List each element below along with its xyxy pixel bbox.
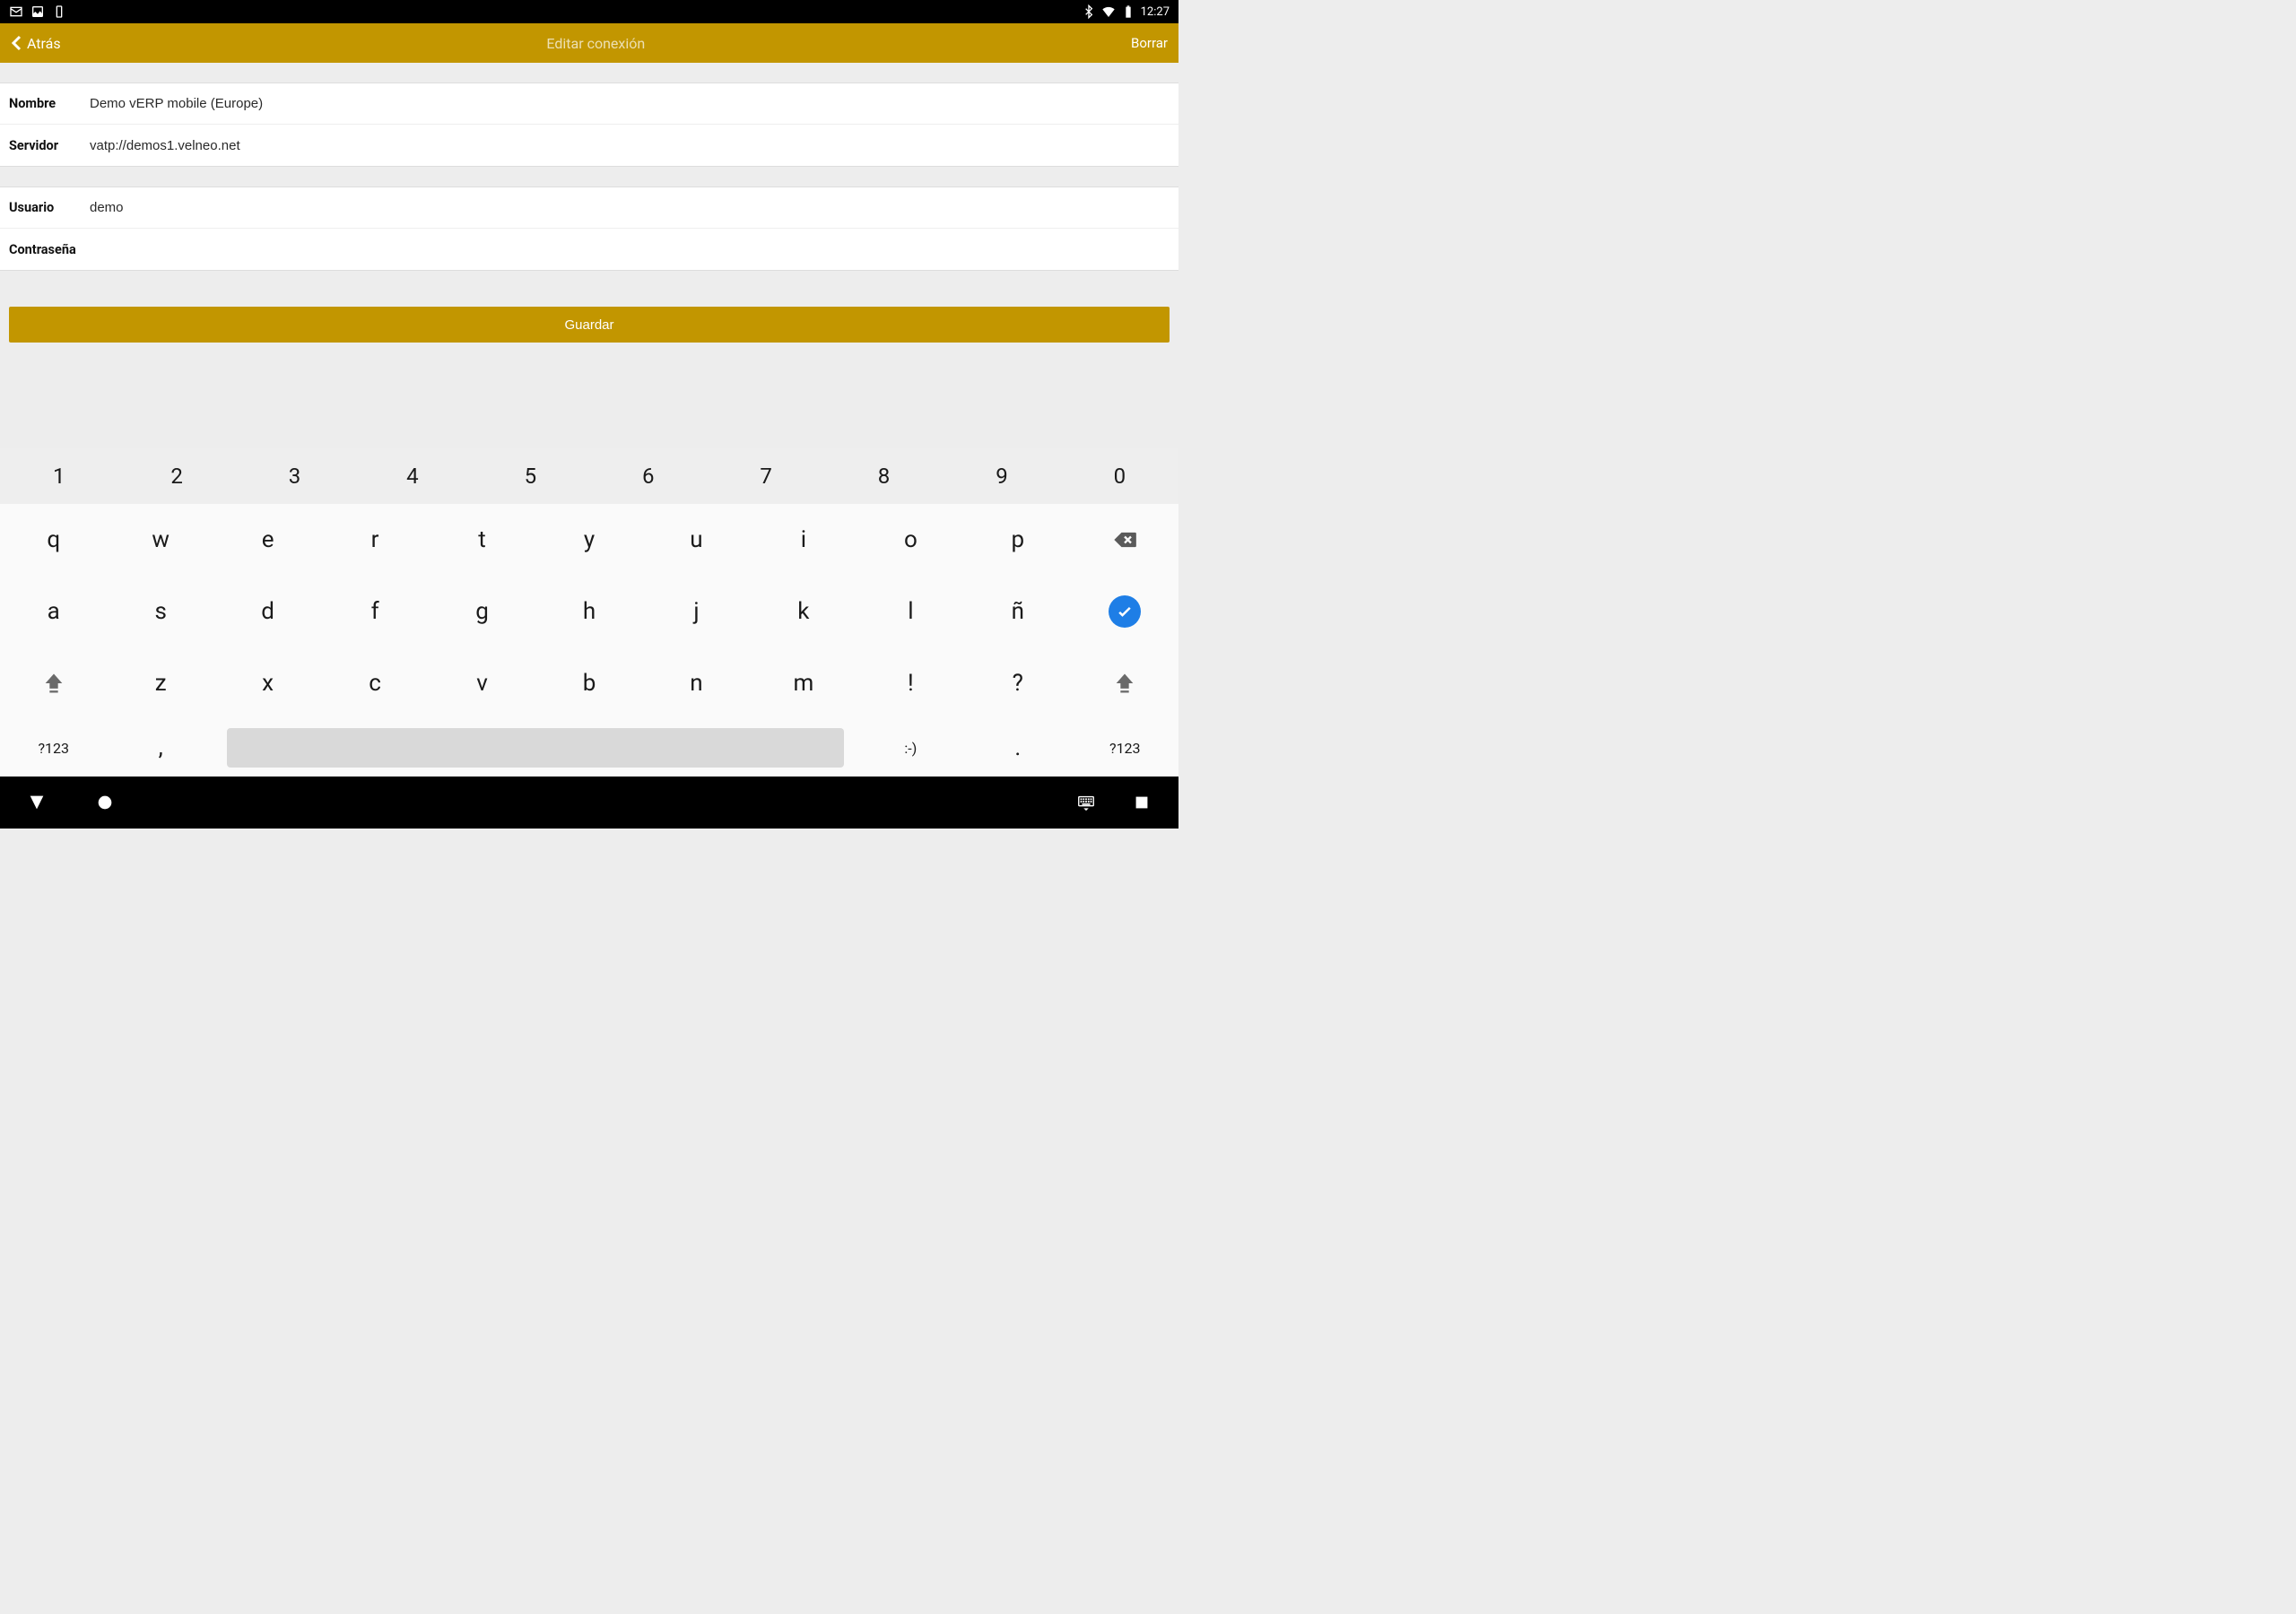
key-f[interactable]: f	[321, 576, 428, 647]
key-u[interactable]: u	[643, 504, 750, 576]
key-exclaim[interactable]: !	[857, 647, 964, 719]
navigation-bar	[0, 777, 1178, 829]
name-input[interactable]	[90, 96, 1170, 111]
back-button[interactable]: Atrás	[11, 35, 61, 52]
password-input[interactable]	[89, 242, 1170, 257]
key-l[interactable]: l	[857, 576, 964, 647]
server-input[interactable]	[90, 138, 1170, 153]
nav-back-button[interactable]	[27, 793, 47, 812]
key-a[interactable]: a	[0, 576, 107, 647]
key-j[interactable]: j	[643, 576, 750, 647]
backspace-key[interactable]	[1072, 504, 1178, 576]
back-label: Atrás	[27, 35, 61, 52]
page-title: Editar conexión	[61, 35, 1131, 52]
key-h[interactable]: h	[535, 576, 642, 647]
user-row[interactable]: Usuario	[0, 187, 1178, 229]
key-m[interactable]: m	[750, 647, 857, 719]
device-icon	[52, 4, 66, 19]
key-p[interactable]: p	[964, 504, 1071, 576]
emoji-key[interactable]: :-)	[857, 719, 964, 777]
key-question[interactable]: ?	[964, 647, 1071, 719]
key-5[interactable]: 5	[472, 448, 589, 504]
status-bar: 12:27	[0, 0, 1178, 23]
nav-recent-button[interactable]	[1132, 793, 1152, 812]
keyboard: 1234567890 qwertyuiop asdfghjklñ zxcvbnm…	[0, 448, 1178, 777]
mail-icon	[9, 4, 23, 19]
symbols-right-key[interactable]: ?123	[1072, 719, 1178, 777]
server-row[interactable]: Servidor	[0, 125, 1178, 166]
save-button[interactable]: Guardar	[9, 307, 1170, 343]
key-z[interactable]: z	[107, 647, 213, 719]
symbols-left-key[interactable]: ?123	[0, 719, 107, 777]
wifi-icon	[1101, 4, 1116, 19]
bluetooth-icon	[1082, 4, 1096, 19]
key-v[interactable]: v	[429, 647, 535, 719]
key-2[interactable]: 2	[117, 448, 235, 504]
key-8[interactable]: 8	[825, 448, 943, 504]
chevron-left-icon	[11, 35, 22, 51]
password-row[interactable]: Contraseña	[0, 229, 1178, 270]
key-g[interactable]: g	[429, 576, 535, 647]
server-label: Servidor	[9, 138, 90, 153]
key-y[interactable]: y	[535, 504, 642, 576]
shift-left-key[interactable]	[0, 647, 107, 719]
battery-icon	[1121, 4, 1135, 19]
key-w[interactable]: w	[107, 504, 213, 576]
nav-home-button[interactable]	[95, 793, 115, 812]
app-bar: Atrás Editar conexión Borrar	[0, 23, 1178, 63]
key-q[interactable]: q	[0, 504, 107, 576]
key-k[interactable]: k	[750, 576, 857, 647]
user-label: Usuario	[9, 200, 90, 215]
password-label: Contraseña	[9, 242, 89, 257]
key-n[interactable]: n	[643, 647, 750, 719]
name-label: Nombre	[9, 96, 90, 111]
name-row[interactable]: Nombre	[0, 83, 1178, 125]
key-1[interactable]: 1	[0, 448, 117, 504]
key-ñ[interactable]: ñ	[964, 576, 1071, 647]
enter-key[interactable]	[1072, 576, 1178, 647]
key-4[interactable]: 4	[353, 448, 471, 504]
delete-button[interactable]: Borrar	[1131, 35, 1168, 51]
key-d[interactable]: d	[214, 576, 321, 647]
key-c[interactable]: c	[321, 647, 428, 719]
status-time: 12:27	[1141, 5, 1170, 19]
key-e[interactable]: e	[214, 504, 321, 576]
comma-key[interactable]: ,	[107, 719, 213, 777]
key-s[interactable]: s	[107, 576, 213, 647]
key-6[interactable]: 6	[589, 448, 707, 504]
space-key[interactable]	[214, 719, 857, 777]
key-o[interactable]: o	[857, 504, 964, 576]
key-9[interactable]: 9	[943, 448, 1060, 504]
image-icon	[30, 4, 45, 19]
key-3[interactable]: 3	[236, 448, 353, 504]
key-t[interactable]: t	[429, 504, 535, 576]
key-r[interactable]: r	[321, 504, 428, 576]
key-7[interactable]: 7	[707, 448, 824, 504]
key-0[interactable]: 0	[1061, 448, 1178, 504]
user-input[interactable]	[90, 200, 1170, 215]
keyboard-hide-icon[interactable]	[1076, 793, 1096, 812]
key-x[interactable]: x	[214, 647, 321, 719]
shift-right-key[interactable]	[1072, 647, 1178, 719]
key-i[interactable]: i	[750, 504, 857, 576]
connection-form: Nombre Servidor Usuario Contraseña Guard…	[0, 63, 1178, 343]
key-b[interactable]: b	[535, 647, 642, 719]
period-key[interactable]: .	[964, 719, 1071, 777]
